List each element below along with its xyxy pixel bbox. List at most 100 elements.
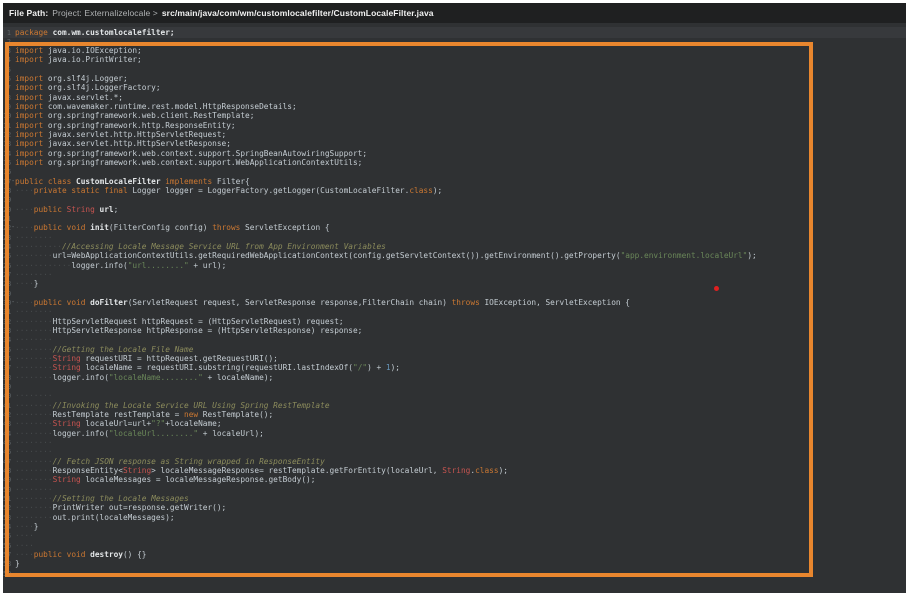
code-line[interactable]: 12import javax.servlet.http.HttpServletR… [3, 130, 906, 139]
code-text: ········String localeName = requestURI.s… [15, 363, 400, 372]
code-line[interactable]: 20····public String url; [3, 205, 906, 214]
code-line[interactable]: 25········url=WebApplicationContextUtils… [3, 251, 906, 260]
code-text: ···· [15, 541, 34, 550]
code-line[interactable]: 18····private static final Logger logger… [3, 186, 906, 195]
code-line[interactable]: 52········PrintWriter out=response.getWr… [3, 503, 906, 512]
code-text: ········// Fetch JSON response as String… [15, 457, 325, 466]
fold-marker-icon[interactable]: - [11, 298, 15, 307]
code-line[interactable]: 3import java.io.IOException; [3, 46, 906, 55]
code-text: ········String requestURI = httpRequest.… [15, 354, 278, 363]
code-text: ········ResponseEntity<String> localeMes… [15, 466, 508, 475]
code-line[interactable]: 45········ [3, 438, 906, 447]
code-line[interactable]: 6import org.slf4j.Logger; [3, 74, 906, 83]
code-line[interactable]: 59 [3, 569, 906, 578]
code-line[interactable]: 38········logger.info("localeName.......… [3, 373, 906, 382]
line-number: 59 [3, 570, 11, 579]
code-line[interactable]: 56···· [3, 541, 906, 550]
code-line[interactable]: 39 [3, 382, 906, 391]
code-line[interactable]: 30-····public void doFilter(ServletReque… [3, 298, 906, 307]
code-text: import javax.servlet.http.HttpServletRes… [15, 139, 231, 148]
code-area[interactable]: 1package com.wm.customlocalefilter;23imp… [3, 28, 906, 578]
code-text: ····} [15, 279, 38, 288]
code-text: ····public String url; [15, 205, 118, 214]
code-line[interactable]: 11import org.springframework.http.Respon… [3, 121, 906, 130]
code-text: ········logger.info("localeUrl........" … [15, 429, 264, 438]
fold-marker-icon[interactable]: - [11, 223, 15, 232]
code-text: ········ [15, 307, 53, 316]
code-line[interactable]: 54····} [3, 522, 906, 531]
code-line[interactable]: 44········logger.info("localeUrl........… [3, 429, 906, 438]
code-line[interactable]: 51········//Setting the Locale Messages [3, 494, 906, 503]
code-text: ········String localeUrl=url+"?"+localeN… [15, 419, 222, 428]
code-line[interactable]: 43········String localeUrl=url+"?"+local… [3, 419, 906, 428]
code-line[interactable]: 8import javax.servlet.*; [3, 93, 906, 102]
code-text: ········ [15, 335, 53, 344]
code-line[interactable]: 33········HttpServletResponse httpRespon… [3, 326, 906, 335]
code-line[interactable]: 31········ [3, 307, 906, 316]
code-line[interactable]: 15import org.springframework.web.context… [3, 158, 906, 167]
code-line[interactable]: 1package com.wm.customlocalefilter; [3, 28, 906, 37]
code-line[interactable]: 41········//Invoking the Locale Service … [3, 401, 906, 410]
code-line[interactable]: 32········HttpServletRequest httpRequest… [3, 317, 906, 326]
code-text: ··········//Accessing Locale Message Ser… [15, 242, 386, 251]
code-text: ········ [15, 447, 53, 456]
file-path-bar: File Path: Project: Externalizelocale > … [3, 3, 906, 23]
code-line[interactable]: 49········String localeMessages = locale… [3, 475, 906, 484]
code-line[interactable]: 7import org.slf4j.LoggerFactory; [3, 83, 906, 92]
code-line[interactable]: 26············logger.info("url........" … [3, 261, 906, 270]
code-line[interactable]: 53········out.print(localeMessages); [3, 513, 906, 522]
code-text: ········logger.info("localeName........"… [15, 373, 273, 382]
code-line[interactable]: 40········ [3, 391, 906, 400]
code-line[interactable]: 27········ [3, 270, 906, 279]
code-line[interactable]: 57····public void destroy() {} [3, 550, 906, 559]
code-text: import org.slf4j.Logger; [15, 74, 128, 83]
code-line[interactable]: 47········// Fetch JSON response as Stri… [3, 457, 906, 466]
code-line[interactable]: 55···· [3, 531, 906, 540]
code-text: ········ [15, 485, 53, 494]
code-line[interactable]: 22-····public void init(FilterConfig con… [3, 223, 906, 232]
code-text: ········HttpServletResponse httpResponse… [15, 326, 362, 335]
code-text: import org.springframework.web.context.s… [15, 158, 362, 167]
code-text: ····private static final Logger logger =… [15, 186, 442, 195]
code-line[interactable]: 29 [3, 289, 906, 298]
code-line[interactable]: 17-public class CustomLocaleFilter imple… [3, 177, 906, 186]
code-line[interactable]: 23········ [3, 233, 906, 242]
code-line[interactable]: 13import javax.servlet.http.HttpServletR… [3, 139, 906, 148]
code-line[interactable]: 5 [3, 65, 906, 74]
file-path-label: File Path: [9, 8, 48, 18]
code-line[interactable]: 9import com.wavemaker.runtime.rest.model… [3, 102, 906, 111]
code-line[interactable]: 14import org.springframework.web.context… [3, 149, 906, 158]
code-line[interactable]: 50········ [3, 485, 906, 494]
code-text: ····public void destroy() {} [15, 550, 146, 559]
code-text: import org.springframework.web.context.s… [15, 149, 367, 158]
code-line[interactable]: 28····} [3, 279, 906, 288]
code-text: import java.io.IOException; [15, 46, 142, 55]
code-text: import java.io.PrintWriter; [15, 55, 142, 64]
breadcrumb-file-path: src/main/java/com/wm/customlocalefilter/… [162, 8, 434, 18]
code-line[interactable]: 2 [3, 37, 906, 46]
code-line[interactable]: 42········RestTemplate restTemplate = ne… [3, 410, 906, 419]
code-line[interactable]: 36········String requestURI = httpReques… [3, 354, 906, 363]
code-line[interactable]: 35········//Getting the Locale File Name [3, 345, 906, 354]
code-text: } [15, 559, 20, 568]
code-text: import javax.servlet.http.HttpServletReq… [15, 130, 226, 139]
code-line[interactable]: 10import org.springframework.web.client.… [3, 111, 906, 120]
fold-marker-icon[interactable]: - [11, 177, 15, 186]
code-line[interactable]: 19 [3, 195, 906, 204]
code-line[interactable]: 58} [3, 559, 906, 568]
code-text: import javax.servlet.*; [15, 93, 123, 102]
code-line[interactable]: 21 [3, 214, 906, 223]
code-line[interactable]: 37········String localeName = requestURI… [3, 363, 906, 372]
code-line[interactable]: 46········ [3, 447, 906, 456]
code-text: import org.springframework.http.Response… [15, 121, 236, 130]
code-text: public class CustomLocaleFilter implemen… [15, 177, 250, 186]
code-line[interactable]: 48········ResponseEntity<String> localeM… [3, 466, 906, 475]
code-line[interactable]: 24··········//Accessing Locale Message S… [3, 242, 906, 251]
code-line[interactable]: 16 [3, 167, 906, 176]
code-line[interactable]: 34········ [3, 335, 906, 344]
code-editor[interactable]: 1package com.wm.customlocalefilter;23imp… [3, 23, 906, 593]
code-text: ········ [15, 233, 53, 242]
code-text: package com.wm.customlocalefilter; [15, 28, 175, 37]
code-text: ····public void init(FilterConfig config… [15, 223, 330, 232]
code-line[interactable]: 4import java.io.PrintWriter; [3, 55, 906, 64]
